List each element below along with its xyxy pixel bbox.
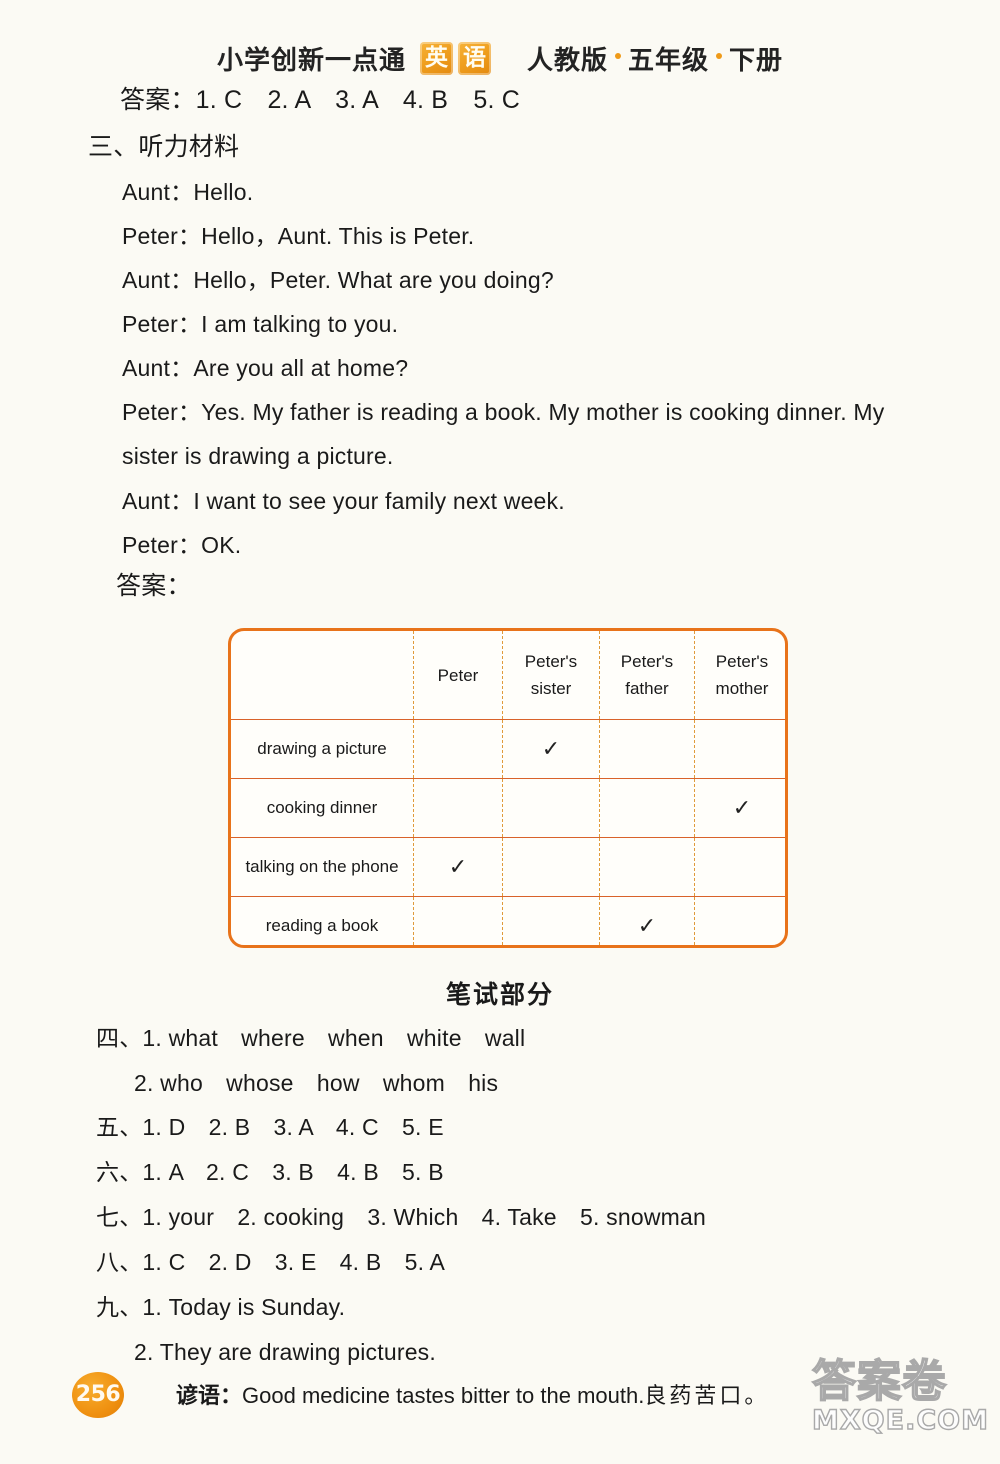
section-4-content-1: 1. what where when white wall	[142, 1025, 526, 1051]
watermark-domain: MXQE.COM	[811, 1405, 989, 1436]
table-row: cooking dinner ✓	[231, 778, 785, 838]
subject-logo: 英 语	[419, 42, 491, 75]
section-4-line-2: 2. who whose how whom his	[134, 1070, 499, 1096]
table-row: drawing a picture ✓	[231, 719, 785, 779]
proverb-label: 谚语：	[176, 1384, 243, 1409]
check-icon: ✓	[732, 795, 752, 821]
book-title: 小学创新一点通	[216, 46, 406, 76]
cell-sister	[502, 837, 600, 897]
check-icon: ✓	[448, 854, 468, 880]
check-icon: ✓	[541, 736, 561, 762]
section-9-line-2: 2. They are drawing pictures.	[134, 1339, 436, 1365]
section-7-number: 七、	[96, 1204, 143, 1230]
cell-sister	[502, 778, 600, 838]
column-header-peter: Peter	[413, 631, 503, 720]
dialogue-line: Peter：Hello，Aunt. This is Peter.	[122, 223, 475, 249]
edition-volume: 下册	[729, 46, 784, 76]
section-6-content: 1. A 2. C 3. B 4. B 5. B	[142, 1159, 444, 1185]
subject-logo-char-1: 英	[419, 42, 453, 75]
dialogue-line: Peter：OK.	[122, 532, 242, 558]
row-label: cooking dinner	[231, 778, 414, 838]
table-row: reading a book ✓	[231, 896, 786, 946]
column-header-line-1: Peter's	[715, 652, 769, 671]
section-7-line: 七、1. your 2. cooking 3. Which 4. Take 5.…	[96, 1203, 706, 1231]
listening-answer-label: 答案：	[116, 571, 192, 600]
edition-publisher: 人教版	[526, 46, 608, 76]
dialogue-line: Peter：Yes. My father is reading a book. …	[122, 399, 885, 425]
column-header-peters-sister: Peter's sister	[502, 631, 600, 720]
site-watermark: 答案卷 MXQE.COM	[811, 1355, 992, 1456]
cell-mother	[695, 897, 786, 946]
proverb-chinese: 良药苦口。	[644, 1384, 770, 1409]
section-9-content-1: 1. Today is Sunday.	[142, 1294, 346, 1320]
column-header-peters-father: Peter's father	[599, 631, 695, 720]
subject-logo-char-2: 语	[457, 42, 491, 75]
top-answer-line: 答案：1. C 2. A 3. A 4. B 5. C	[120, 86, 520, 114]
dialogue-line: Aunt：Are you all at home?	[122, 355, 409, 381]
section-8-line: 八、1. C 2. D 3. E 4. B 5. A	[96, 1248, 445, 1276]
check-icon: ✓	[637, 913, 657, 939]
dialogue-line: Aunt：I want to see your family next week…	[122, 488, 565, 514]
table-row: talking on the phone ✓	[231, 837, 785, 897]
row-label: reading a book	[231, 896, 414, 945]
column-header-peters-mother: Peter's mother	[694, 631, 785, 720]
section-6-line: 六、1. A 2. C 3. B 4. B 5. B	[96, 1158, 444, 1186]
proverb-line: 谚语：Good medicine tastes bitter to the mo…	[176, 1378, 769, 1410]
edition-info: 人教版 五年级 下册	[527, 40, 783, 77]
cell-mother	[694, 719, 785, 779]
cell-peter	[413, 719, 503, 779]
dialogue-line: Aunt：Hello，Peter. What are you doing?	[122, 267, 554, 293]
section-7-content: 1. your 2. cooking 3. Which 4. Take 5. s…	[142, 1204, 706, 1230]
section-5-number: 五、	[96, 1114, 143, 1140]
section-4-number: 四、	[96, 1025, 143, 1051]
cell-father	[599, 837, 695, 897]
column-header-line-1: Peter	[437, 665, 479, 685]
section-9-number: 九、	[96, 1294, 143, 1320]
cell-father	[599, 719, 695, 779]
section-9-line-1: 九、1. Today is Sunday.	[96, 1293, 345, 1321]
column-header-line-1: Peter's	[524, 652, 578, 671]
cell-father	[599, 778, 695, 838]
section-5-content: 1. D 2. B 3. A 4. C 5. E	[142, 1114, 444, 1140]
watermark-title: 答案卷	[811, 1355, 947, 1408]
section-4-line-1: 四、1. what where when white wall	[96, 1024, 525, 1052]
cell-sister: ✓	[502, 719, 600, 779]
row-label: drawing a picture	[231, 719, 414, 779]
running-header: 小学创新一点通 英 语 人教版 五年级 下册	[0, 40, 1000, 77]
column-header-line-2: father	[625, 679, 669, 698]
section-6-number: 六、	[96, 1159, 143, 1185]
dialogue-line: sister is drawing a picture.	[122, 443, 394, 469]
column-header-line-2: sister	[530, 679, 572, 698]
section-5-line: 五、1. D 2. B 3. A 4. C 5. E	[96, 1113, 444, 1141]
table-header-row: Peter Peter's sister Peter's father Pete…	[231, 631, 785, 720]
table-corner-cell	[231, 631, 414, 720]
listening-section-title: 三、听力材料	[88, 132, 240, 161]
table-body: drawing a picture ✓ cooking dinner ✓ tal…	[231, 719, 786, 946]
column-header-line-2: mother	[715, 679, 769, 698]
written-exam-banner: 笔试部分	[445, 980, 554, 1009]
edition-grade: 五年级	[628, 46, 710, 76]
cell-peter	[413, 778, 503, 838]
cell-peter: ✓	[413, 837, 503, 897]
dialogue-line: Aunt：Hello.	[122, 179, 254, 205]
dialogue-line: Peter：I am talking to you.	[122, 311, 399, 337]
cell-peter	[413, 896, 503, 945]
answer-key-page: 小学创新一点通 英 语 人教版 五年级 下册 答案：1. C 2. A 3. A…	[0, 0, 1000, 1464]
cell-sister	[502, 896, 600, 945]
column-header-line-1: Peter's	[620, 652, 674, 671]
section-8-number: 八、	[96, 1249, 143, 1275]
row-label: talking on the phone	[231, 837, 414, 897]
separator-dot-icon	[615, 52, 621, 59]
section-8-content: 1. C 2. D 3. E 4. B 5. A	[142, 1249, 446, 1275]
cell-mother: ✓	[694, 778, 785, 838]
separator-dot-icon	[716, 52, 723, 59]
cell-father: ✓	[599, 896, 695, 945]
proverb-english: Good medicine tastes bitter to the mouth…	[242, 1383, 645, 1408]
listening-answer-table: Peter Peter's sister Peter's father Pete…	[228, 628, 788, 948]
cell-mother	[694, 837, 785, 897]
page-number-badge: 256	[72, 1372, 124, 1418]
